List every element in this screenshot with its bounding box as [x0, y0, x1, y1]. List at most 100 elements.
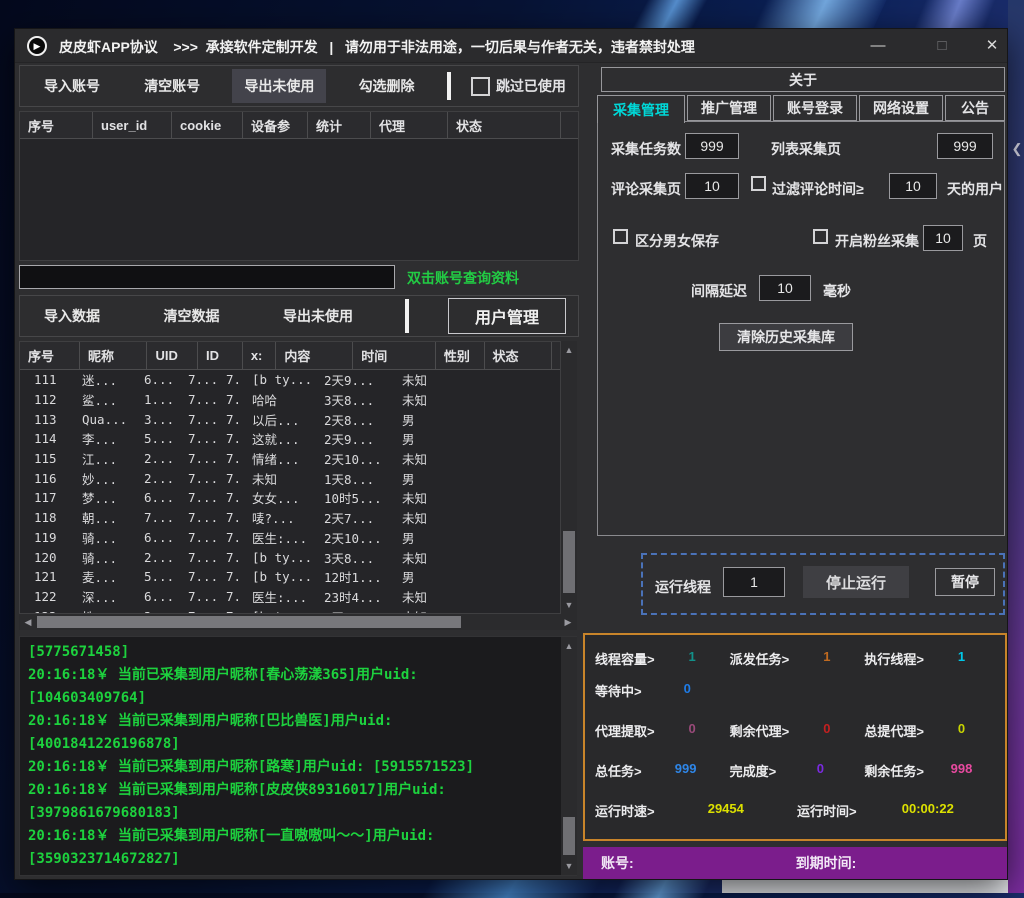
tick-delete-button[interactable]: 勾选删除	[347, 69, 427, 103]
column-header[interactable]: 性别	[436, 342, 485, 369]
table-cell: 7...	[180, 569, 218, 584]
stat-waiting: 等待中>0	[595, 681, 733, 700]
table-row[interactable]: 122深...6...7...7.医生:...23时4...未知	[20, 587, 560, 607]
table-cell: 23时4...	[316, 587, 394, 606]
column-header[interactable]: 昵称	[80, 342, 148, 369]
tab-announcement[interactable]: 公告	[945, 95, 1005, 121]
tab-promotion-management[interactable]: 推广管理	[687, 95, 771, 121]
column-header[interactable]: 序号	[20, 342, 80, 369]
table-cell: 2天9...	[316, 429, 394, 448]
scroll-up-icon[interactable]: ▲	[561, 343, 577, 357]
stop-run-button[interactable]: 停止运行	[803, 566, 909, 598]
log-vertical-scrollbar[interactable]: ▲ ▼	[561, 637, 577, 875]
background-window-corner	[722, 879, 1008, 893]
export-unused-data-button[interactable]: 导出未使用	[271, 299, 365, 333]
table-row[interactable]: 112鲨...1...7...7.哈哈3天8...未知	[20, 390, 560, 410]
column-header[interactable]: ID	[198, 342, 243, 369]
table-cell: 121	[20, 569, 74, 584]
scroll-down-icon[interactable]: ▼	[561, 598, 577, 612]
table-cell: 7...	[180, 530, 218, 545]
tab-collect-management[interactable]: 采集管理	[597, 95, 685, 123]
column-header[interactable]: 序号	[20, 112, 93, 138]
import-accounts-button[interactable]: 导入账号	[32, 69, 112, 103]
account-table-body[interactable]	[20, 139, 578, 262]
table-row[interactable]: 117梦...6...7...7.女女...10时5...未知	[20, 488, 560, 508]
vertical-scrollbar[interactable]: ▲ ▼	[561, 341, 577, 614]
table-cell: 医生:...	[244, 587, 316, 606]
table-row[interactable]: 118朝...7...7...7.唛?...2天7...未知	[20, 508, 560, 528]
column-header[interactable]: user_id	[93, 112, 172, 138]
table-cell: 7.	[218, 490, 244, 505]
column-header[interactable]: 设备参	[243, 112, 308, 138]
table-cell: 2...	[136, 471, 180, 486]
user-table-body: 111迷...6...7...7.[b ty...2天9...未知112鲨...…	[20, 370, 560, 614]
user-table[interactable]: 序号 昵称 UID ID x: 内容 时间 性别 状态 111迷...6...7…	[19, 341, 561, 614]
column-header[interactable]: 状态	[485, 342, 553, 369]
table-cell: 唛?...	[244, 508, 316, 527]
table-cell: 未知	[244, 469, 316, 488]
log-line: 20:16:18￥ 当前已采集到用户昵称[春心荡漾365]用户uid:	[28, 664, 576, 687]
table-cell: 李...	[74, 429, 136, 448]
clear-data-button[interactable]: 清空数据	[152, 299, 232, 333]
about-button[interactable]: 关于	[601, 67, 1005, 92]
table-cell: 111	[20, 372, 74, 387]
table-row[interactable]: 111迷...6...7...7.[b ty...2天9...未知	[20, 370, 560, 390]
table-cell: 6...	[136, 589, 180, 604]
log-line: 20:16:18￥ 当前已采集到用户昵称[巴比兽医]用户uid:	[28, 710, 576, 733]
tab-network-settings[interactable]: 网络设置	[859, 95, 943, 121]
horizontal-scrollbar[interactable]: ◀ ▶	[19, 614, 577, 630]
close-button[interactable]: ✕	[977, 35, 1007, 57]
table-row[interactable]: 121麦...5...7...7.[b ty...12时1...男	[20, 567, 560, 587]
account-table[interactable]: 序号 user_id cookie 设备参 统计 代理 状态	[19, 111, 579, 261]
scrollbar-thumb[interactable]	[563, 817, 575, 855]
column-header[interactable]: 时间	[353, 342, 436, 369]
table-cell: 7...	[180, 431, 218, 446]
license-footer: 账号: 到期时间:	[583, 847, 1007, 879]
stat-proxy-total: 总提代理>0	[864, 721, 999, 740]
maximize-button[interactable]: □	[927, 35, 957, 57]
chevron-left-icon[interactable]: ❮	[1010, 138, 1024, 160]
column-header[interactable]: UID	[147, 342, 198, 369]
minimize-button[interactable]: —	[863, 35, 893, 57]
column-header[interactable]: cookie	[172, 112, 243, 138]
table-row[interactable]: 115江...2...7...7.情绪...2天10...未知	[20, 449, 560, 469]
scroll-up-icon[interactable]: ▲	[561, 639, 577, 653]
thread-count-input[interactable]: 1	[723, 567, 785, 597]
account-lookup-input[interactable]	[19, 265, 395, 289]
table-cell: 112	[20, 392, 74, 407]
column-header[interactable]: 统计	[308, 112, 371, 138]
scroll-down-icon[interactable]: ▼	[561, 859, 577, 873]
table-cell: 2天9...	[316, 370, 394, 389]
table-row[interactable]: 123性...2...7...7.[b ty...1天1...未知	[20, 606, 560, 614]
column-header[interactable]: 状态	[448, 112, 561, 138]
clear-accounts-button[interactable]: 清空账号	[132, 69, 212, 103]
table-row[interactable]: 113Qua...3...7...7.以后...2天8...男	[20, 409, 560, 429]
table-cell: 男	[394, 567, 436, 586]
scroll-left-icon[interactable]: ◀	[21, 614, 35, 630]
user-management-button[interactable]: 用户管理	[448, 298, 566, 334]
log-output[interactable]: [5775671458]20:16:18￥ 当前已采集到用户昵称[春心荡漾365…	[19, 636, 577, 876]
import-data-button[interactable]: 导入数据	[32, 299, 112, 333]
table-row[interactable]: 120骑...2...7...7.[b ty...3天8...未知	[20, 547, 560, 567]
pause-button[interactable]: 暂停	[935, 568, 995, 596]
scrollbar-thumb[interactable]	[563, 531, 575, 593]
table-cell: 115	[20, 451, 74, 466]
table-cell: 男	[394, 528, 436, 547]
scroll-right-icon[interactable]: ▶	[561, 614, 575, 630]
table-row[interactable]: 114李...5...7...7.这就...2天9...男	[20, 429, 560, 449]
table-cell: 3天8...	[316, 390, 394, 409]
title-bar[interactable]: ▶ 皮皮虾APP协议 >>> 承接软件定制开发 | 请勿用于非法用途，一切后果与…	[15, 29, 1007, 63]
column-header[interactable]: 内容	[276, 342, 353, 369]
scrollbar-thumb[interactable]	[37, 616, 461, 628]
table-cell: 鲨...	[74, 390, 136, 409]
column-header[interactable]: x:	[243, 342, 277, 369]
export-unused-accounts-button[interactable]: 导出未使用	[232, 69, 326, 103]
column-header[interactable]: 代理	[371, 112, 448, 138]
table-cell: 7...	[180, 550, 218, 565]
collect-settings-panel	[597, 121, 1005, 536]
skip-used-checkbox[interactable]	[471, 77, 490, 96]
table-row[interactable]: 119骑...6...7...7.医生:...2天10...男	[20, 528, 560, 548]
tab-account-login[interactable]: 账号登录	[773, 95, 857, 121]
table-row[interactable]: 116妙...2...7...7.未知1天8...男	[20, 468, 560, 488]
table-cell: 7.	[218, 550, 244, 565]
